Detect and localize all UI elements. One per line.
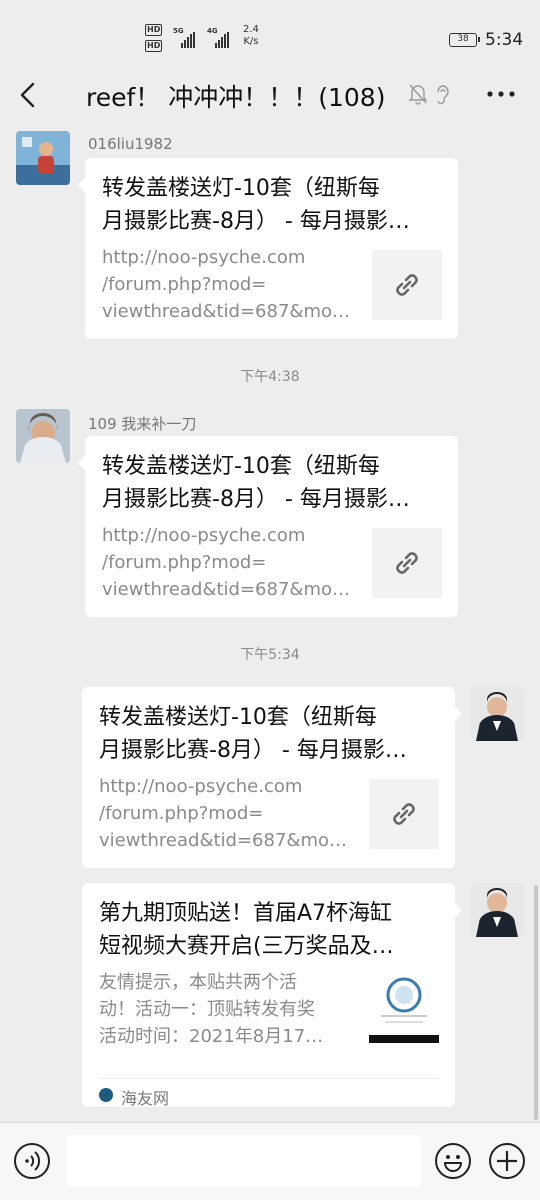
card-title-line: 短视频大赛开启(三万奖品及… (99, 934, 394, 959)
link-icon (369, 779, 439, 849)
speed-unit: K/s (243, 36, 259, 47)
card-title-line: 月摄影比赛-8月） - 每月摄影… (102, 487, 410, 512)
card-desc-line: 活动时间：2021年8月17… (99, 1026, 324, 1047)
article-source: 海友网 (99, 1078, 439, 1108)
link-icon (372, 250, 442, 320)
source-logo-icon (99, 1088, 113, 1102)
bell-off-icon (408, 83, 428, 105)
card-description: 友情提示，本贴共两个活 动！活动一：顶贴转发有奖 活动时间：2021年8月17… (99, 969, 349, 1050)
link-card[interactable]: 转发盖楼送灯-10套（纽斯每 月摄影比赛-8月） - 每月摄影… http://… (78, 158, 458, 339)
speed-value: 2.4 (243, 24, 259, 35)
sender-name: 109 我来补一刀 (88, 415, 197, 433)
chat-title: reef！ 冲冲冲！！！(108) (86, 83, 386, 112)
card-title-line: 转发盖楼送灯-10套（纽斯每 (102, 454, 380, 479)
link-card[interactable]: 转发盖楼送灯-10套（纽斯每 月摄影比赛-8月） - 每月摄影… http://… (78, 436, 458, 617)
hd-badge-2: HD (145, 40, 163, 52)
network-indicators: HD HD 5G 4G 2.4 K/s (145, 24, 270, 58)
card-title-line: 转发盖楼送灯-10套（纽斯每 (99, 705, 377, 730)
card-desc-line: 友情提示，本贴共两个活 (99, 972, 297, 993)
signal-icon (181, 32, 195, 48)
plus-icon[interactable] (489, 1143, 525, 1179)
card-title-line: 转发盖楼送灯-10套（纽斯每 (102, 176, 380, 201)
card-description: http://noo-psyche.com /forum.php?mod= vi… (102, 244, 352, 325)
card-title-line: 月摄影比赛-8月） - 每月摄影… (99, 738, 407, 763)
card-desc-line: /forum.php?mod= (99, 803, 264, 824)
card-desc-line: viewthread&tid=687&mo… (99, 830, 347, 851)
chat-header: reef！ 冲冲冲！！！(108) (0, 70, 540, 120)
status-bar: HD HD 5G 4G 2.4 K/s 38 5:34 (0, 0, 540, 70)
card-title: 转发盖楼送灯-10套（纽斯每 月摄影比赛-8月） - 每月摄影… (99, 701, 439, 767)
card-title-line: 第九期顶贴送！首届A7杯海缸 (99, 901, 393, 926)
source-name: 海友网 (121, 1089, 170, 1108)
link-card[interactable]: 转发盖楼送灯-10套（纽斯每 月摄影比赛-8月） - 每月摄影… http://… (82, 687, 462, 868)
card-desc-line: http://noo-psyche.com (99, 776, 303, 797)
card-title: 转发盖楼送灯-10套（纽斯每 月摄影比赛-8月） - 每月摄影… (102, 172, 442, 238)
card-desc-line: http://noo-psyche.com (102, 525, 306, 546)
card-title: 转发盖楼送灯-10套（纽斯每 月摄影比赛-8月） - 每月摄影… (102, 450, 442, 516)
card-desc-line: 动！活动一：顶贴转发有奖 (99, 999, 315, 1020)
sender-name: 016liu1982 (88, 135, 173, 153)
avatar[interactable] (470, 883, 524, 937)
article-card[interactable]: 第九期顶贴送！首届A7杯海缸 短视频大赛开启(三万奖品及… 友情提示，本贴共两个… (82, 883, 462, 1108)
hd-badge-1: HD (145, 24, 163, 36)
emoji-icon[interactable] (435, 1143, 471, 1179)
link-icon (372, 528, 442, 598)
article-thumbnail (369, 973, 439, 1043)
message-input[interactable] (66, 1135, 421, 1187)
voice-icon[interactable] (14, 1143, 50, 1179)
card-desc-line: /forum.php?mod= (102, 552, 267, 573)
card-desc-line: /forum.php?mod= (102, 274, 267, 295)
signal-icon (215, 32, 229, 48)
card-desc-line: viewthread&tid=687&mo… (102, 579, 350, 600)
input-bar (0, 1122, 540, 1200)
card-desc-line: viewthread&tid=687&mo… (102, 301, 350, 322)
ear-icon (433, 83, 453, 105)
card-title-line: 月摄影比赛-8月） - 每月摄影… (102, 209, 410, 234)
avatar[interactable] (470, 687, 524, 741)
clock: 5:34 (485, 30, 524, 50)
card-description: http://noo-psyche.com /forum.php?mod= vi… (99, 773, 349, 854)
card-title: 第九期顶贴送！首届A7杯海缸 短视频大赛开启(三万奖品及… (99, 897, 439, 963)
scrollbar[interactable] (534, 885, 538, 1120)
timestamp: 下午5:34 (240, 647, 300, 663)
avatar[interactable] (16, 409, 70, 463)
chevron-left-icon[interactable] (14, 80, 44, 110)
network-speed: 2.4 K/s (243, 24, 259, 48)
card-desc-line: http://noo-psyche.com (102, 247, 306, 268)
card-description: http://noo-psyche.com /forum.php?mod= vi… (102, 522, 352, 603)
battery-icon: 38 (449, 33, 480, 47)
timestamp: 下午4:38 (240, 369, 300, 385)
more-dots-icon[interactable] (484, 82, 518, 106)
avatar[interactable] (16, 131, 70, 185)
